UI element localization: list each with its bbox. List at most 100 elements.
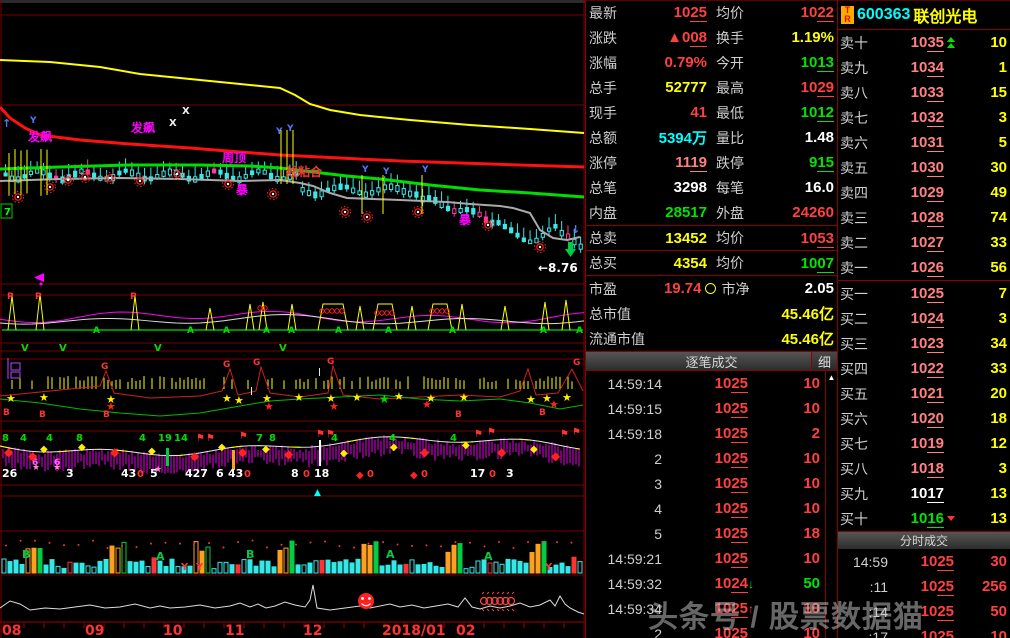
svg-text:★: ★: [154, 465, 162, 475]
quote-row-amount: 总额 5394万 量比 1.48: [586, 125, 837, 150]
svg-text:★: ★: [264, 400, 274, 413]
total-buy: 4354: [635, 255, 707, 272]
svg-text:发飙: 发飙: [27, 129, 52, 144]
quote-row-inner-outer: 内盘 28517 外盘 24260: [586, 200, 837, 225]
tick-time: 14:59:34: [588, 601, 662, 617]
total-amount: 5394万: [635, 127, 707, 148]
bid-label: 买六: [840, 409, 882, 429]
detail-button[interactable]: 细: [811, 352, 837, 370]
quote-right-column: TR 600363 联创光电 卖十 1035 10 卖九 1034 1 卖八 1…: [837, 0, 1010, 638]
svg-text:◆: ◆: [462, 440, 470, 451]
ask-row-1[interactable]: 卖一 1026 56: [838, 255, 1010, 280]
trade-time: :11: [840, 579, 888, 595]
trade-price: 1025: [888, 603, 954, 620]
minute-trade-row: :17 1025 10: [838, 624, 1010, 638]
tick-row: 14:59:34 1025 ↑ 10: [586, 596, 837, 621]
buy-avg-price: 1007: [762, 255, 834, 272]
tr-margin-icon: TR: [841, 6, 854, 24]
svg-text:A: A: [386, 548, 395, 561]
svg-text:A: A: [385, 326, 392, 336]
svg-text:|: |: [250, 386, 253, 395]
ask-row-7[interactable]: 卖七 1032 3: [838, 105, 1010, 130]
limit-up: 1119: [635, 154, 707, 171]
inner-volume: 28517: [635, 204, 707, 221]
field-label: 换手: [716, 28, 762, 48]
ask-row-8[interactable]: 卖八 1033 15: [838, 80, 1010, 105]
bid-row-4[interactable]: 买四 1022 33: [838, 356, 1010, 381]
tick-list-scrollbar[interactable]: ▲: [825, 371, 837, 638]
svg-text:V: V: [154, 343, 162, 354]
bid-row-10[interactable]: 买十 1016 13: [838, 506, 1010, 531]
bid-row-9[interactable]: 买九 1017 13: [838, 481, 1010, 506]
bid-price: 1018: [882, 460, 944, 477]
ask-volume: 1: [958, 59, 1008, 76]
field-label: 外盘: [716, 203, 762, 223]
bid-label: 买二: [840, 309, 882, 329]
svg-text:◆: ◆: [238, 445, 248, 459]
svg-text:3: 3: [506, 467, 514, 480]
ask-row-3[interactable]: 卖三 1028 74: [838, 205, 1010, 230]
trade-time: 14:59: [840, 554, 888, 570]
tick-volume: 2: [760, 425, 835, 442]
ask-row-6[interactable]: 卖六 1031 5: [838, 130, 1010, 155]
bid-row-2[interactable]: 买二 1024 3: [838, 306, 1010, 331]
svg-text:▲: ▲: [314, 488, 321, 498]
quote-row-limits: 涨停 1119 跌停 915: [586, 150, 837, 175]
scroll-up-icon[interactable]: ▲: [826, 373, 837, 382]
total-volume: 52777: [635, 79, 707, 96]
svg-text:B: B: [455, 410, 462, 420]
tick-volume: 10: [760, 450, 835, 467]
ask-row-9[interactable]: 卖九 1034 1: [838, 55, 1010, 80]
svg-text:G: G: [223, 360, 230, 370]
svg-text:2018/01: 2018/01: [382, 623, 446, 638]
bid-row-1[interactable]: 买一 1025 7: [838, 281, 1010, 306]
minute-trade-row: 14:59 1025 30: [838, 549, 1010, 574]
ask-row-5[interactable]: 卖五 1030 30: [838, 155, 1010, 180]
svg-text:◆: ◆: [110, 445, 120, 459]
ask-row-4[interactable]: 卖四 1029 49: [838, 180, 1010, 205]
stock-header: TR 600363 联创光电: [838, 0, 1010, 30]
svg-text:★: ★: [526, 393, 536, 406]
tick-trades-title: 逐笔成交: [685, 352, 737, 371]
tick-row: 5 1025 18: [586, 521, 837, 546]
outer-volume: 24260: [762, 204, 834, 221]
kline-chart-canvas[interactable]: 发飙发飙XX周顶暴线粘合暴←8.767↑YYYYYY↓PPPAAAAAAAAAA…: [0, 0, 585, 638]
svg-text:◆: ◆: [4, 445, 14, 459]
svg-text:A: A: [576, 326, 583, 336]
low-price: 1012: [762, 104, 834, 121]
svg-text:★: ★: [39, 391, 49, 404]
quote-row-curvol: 现手 41 最低 1012: [586, 100, 837, 125]
field-label: 量比: [716, 128, 762, 148]
tick-price: 1025: [662, 625, 748, 638]
bid-row-8[interactable]: 买八 1018 3: [838, 456, 1010, 481]
bid-volume: 33: [958, 360, 1008, 377]
svg-text:⚑: ⚑: [572, 427, 581, 438]
svg-text:★: ★: [562, 391, 572, 404]
double-up-triangle-icon: [944, 37, 958, 48]
bid-row-5[interactable]: 买五 1021 20: [838, 381, 1010, 406]
svg-text:A: A: [223, 326, 230, 336]
ask-row-2[interactable]: 卖二 1027 33: [838, 230, 1010, 255]
ask-price: 1029: [882, 184, 944, 201]
field-label: 流通市值: [589, 329, 645, 349]
svg-text:P: P: [130, 292, 137, 302]
svg-text:427: 427: [185, 467, 208, 480]
bid-label: 买八: [840, 459, 882, 479]
turnover-rate: 1.19%: [762, 29, 834, 46]
trade-volume: 256: [954, 578, 1008, 595]
tick-volume: 10: [760, 500, 835, 517]
bid-row-3[interactable]: 买三 1023 34: [838, 331, 1010, 356]
svg-text:↓: ↓: [571, 223, 580, 236]
bid-row-7[interactable]: 买七 1019 12: [838, 431, 1010, 456]
quote-panel: 最新 1025 均价 1022 涨跌 ▲008 换手 1.19% 涨幅 0.79…: [585, 0, 1010, 638]
svg-text:◆: ◆: [497, 445, 507, 459]
tick-time: 14:59:21: [588, 551, 662, 567]
svg-text:⚑: ⚑: [487, 427, 496, 438]
ask-row-10[interactable]: 卖十 1035 10: [838, 30, 1010, 55]
svg-text:43: 43: [121, 467, 136, 480]
svg-text:8: 8: [269, 433, 276, 444]
svg-text:◆: ◆: [340, 448, 348, 459]
ask-volume: 30: [958, 159, 1008, 176]
ask-volume: 33: [958, 234, 1008, 251]
bid-row-6[interactable]: 买六 1020 18: [838, 406, 1010, 431]
